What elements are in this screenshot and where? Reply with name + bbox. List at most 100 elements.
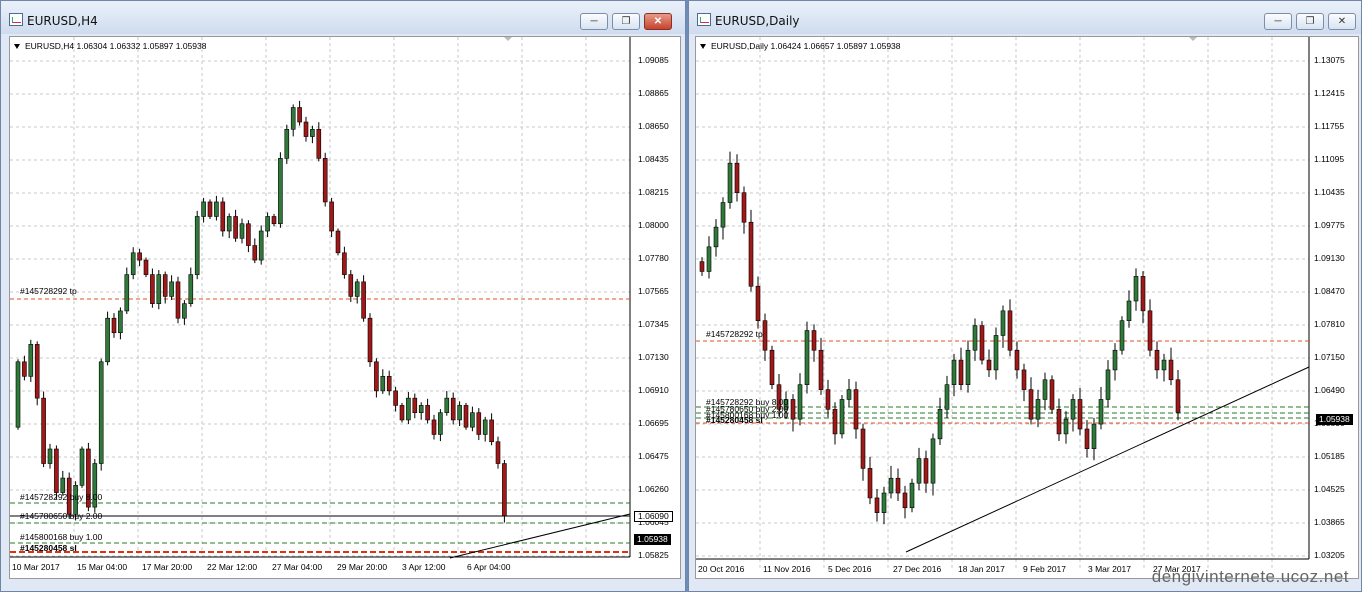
window-titlebar[interactable]: EURUSD,Daily ─ ❐ ✕ (689, 1, 1361, 34)
candle (1035, 399, 1041, 420)
symbol-info: EURUSD,H4 1.06304 1.06332 1.05897 1.0593… (14, 41, 206, 51)
candle (1077, 399, 1083, 430)
order-label: #145728292 tp (20, 286, 77, 296)
candle (60, 477, 66, 493)
candle (457, 405, 462, 421)
time-tick-label: 9 Feb 2017 (1023, 564, 1067, 574)
candle (909, 482, 915, 509)
price-chart[interactable] (696, 37, 1358, 578)
candle (431, 419, 437, 435)
candle (188, 274, 194, 304)
candle (130, 252, 136, 275)
candle (965, 349, 971, 385)
chart-shift-marker[interactable] (1189, 37, 1197, 41)
price-tick-label: 1.07130 (638, 352, 669, 362)
close-icon[interactable]: ✕ (644, 13, 672, 30)
candle (937, 409, 943, 440)
candle (495, 441, 501, 464)
order-label: #145728292 tp (706, 329, 763, 339)
candle (951, 359, 957, 385)
price-chart[interactable] (10, 37, 680, 578)
candle (1112, 349, 1118, 371)
candle (1091, 423, 1097, 449)
chart-area[interactable]: EURUSD,Daily 1.06424 1.06657 1.05897 1.0… (695, 36, 1359, 579)
dropdown-arrow-icon[interactable] (14, 44, 20, 50)
restore-icon[interactable]: ❐ (1296, 13, 1324, 30)
candle (118, 310, 123, 334)
candle (137, 252, 142, 261)
candle (713, 226, 719, 248)
candle (916, 458, 922, 484)
candle (972, 325, 978, 351)
candle (444, 397, 450, 413)
candle (374, 361, 379, 392)
candle (412, 397, 418, 413)
price-tick-label: 1.06475 (638, 451, 669, 461)
order-label: #145780650 buy 2.00 (20, 511, 103, 521)
price-tick-label: 1.08215 (638, 187, 669, 197)
candle (930, 438, 936, 484)
candle (839, 399, 845, 435)
candle (1056, 409, 1062, 435)
candle (316, 128, 322, 159)
current-price-label: 1.05938 (1316, 414, 1353, 425)
price-tick-label: 1.08000 (638, 220, 669, 230)
time-tick-label: 29 Mar 20:00 (337, 562, 388, 572)
candle (874, 497, 880, 513)
minimize-icon[interactable]: ─ (580, 13, 608, 30)
candle (1042, 379, 1048, 400)
time-tick-label: 22 Mar 12:00 (207, 562, 258, 572)
candle (1007, 310, 1013, 351)
candle (182, 303, 187, 319)
close-icon[interactable]: ✕ (1328, 13, 1356, 30)
price-tick-label: 1.13075 (1314, 55, 1345, 65)
candle (1021, 369, 1027, 390)
price-tick-label: 1.11755 (1314, 121, 1345, 131)
chart-area[interactable]: EURUSD,H4 1.06304 1.06332 1.05897 1.0593… (9, 36, 681, 579)
candle (741, 192, 747, 223)
candle (265, 216, 270, 232)
candle (463, 405, 469, 428)
candle (958, 359, 964, 385)
price-tick-label: 1.06910 (638, 385, 669, 395)
candle (1147, 310, 1153, 351)
order-label: #145800168 buy 1.00 (20, 532, 103, 542)
candle (310, 128, 315, 137)
price-tick-label: 1.04525 (1314, 484, 1345, 494)
candle (1161, 359, 1167, 371)
trendline[interactable] (449, 513, 631, 559)
candle (367, 317, 373, 363)
minimize-icon[interactable]: ─ (1264, 13, 1292, 30)
candle (811, 330, 817, 351)
candle (105, 317, 110, 363)
candle (239, 223, 245, 239)
candle (846, 389, 852, 400)
candle (1049, 379, 1055, 410)
chart-window-h4[interactable]: EURUSD,H4 ─ ❐ ✕ EURUSD,H4 1.06304 1.0633… (0, 0, 686, 592)
candle (354, 281, 360, 297)
dropdown-arrow-icon[interactable] (700, 44, 706, 50)
price-tick-label: 1.11095 (1314, 154, 1345, 164)
candle (818, 349, 824, 390)
candle (790, 399, 796, 420)
candle (804, 330, 810, 385)
candle (22, 361, 27, 377)
chart-shift-marker[interactable] (504, 37, 512, 41)
window-titlebar[interactable]: EURUSD,H4 ─ ❐ ✕ (1, 1, 685, 34)
price-tick-label: 1.06260 (638, 484, 669, 494)
candle (1133, 276, 1139, 302)
restore-icon[interactable]: ❐ (612, 13, 640, 30)
chart-window-daily[interactable]: EURUSD,Daily ─ ❐ ✕ EURUSD,Daily 1.06424 … (688, 0, 1362, 592)
candle (1014, 349, 1020, 371)
price-tick-label: 1.08470 (1314, 286, 1345, 296)
candle (425, 405, 430, 421)
time-tick-label: 3 Mar 2017 (1088, 564, 1131, 574)
price-label-line: 1.06090 (634, 511, 673, 522)
candle (194, 216, 200, 275)
candle (246, 223, 251, 246)
candle (482, 419, 488, 435)
candle (41, 397, 46, 464)
candle (1084, 428, 1090, 449)
time-tick-label: 27 Mar 04:00 (272, 562, 323, 572)
candle (297, 107, 302, 123)
